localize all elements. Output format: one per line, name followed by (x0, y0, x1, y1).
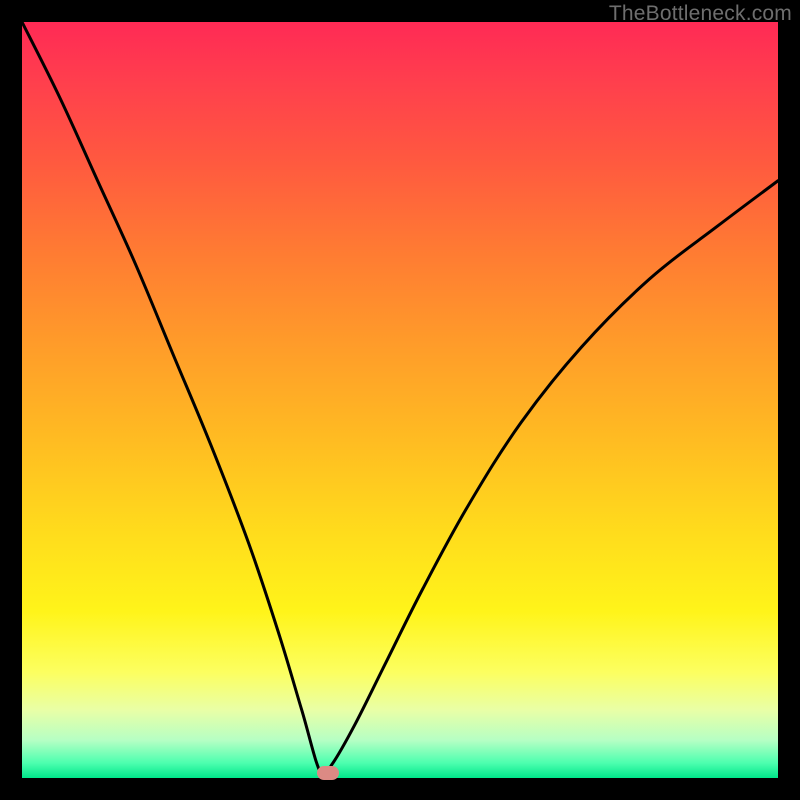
watermark-text: TheBottleneck.com (609, 2, 792, 26)
min-marker (317, 766, 339, 780)
plot-area (22, 22, 778, 778)
chart-frame: TheBottleneck.com (0, 0, 800, 800)
bottleneck-curve (22, 22, 778, 778)
